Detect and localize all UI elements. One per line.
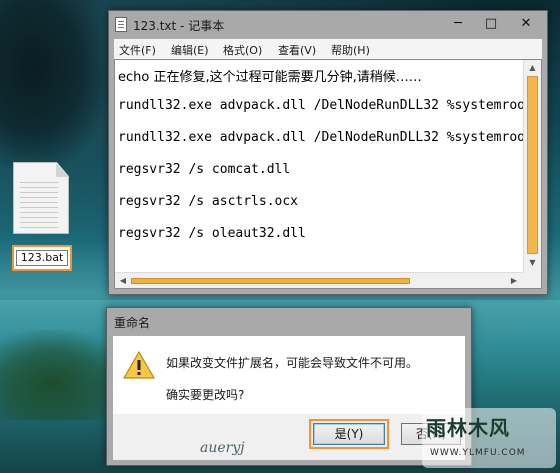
- watermark-url: WWW.YLMFU.COM: [430, 448, 526, 458]
- rename-dialog: 重命名 如果改变文件扩展名，可能会导致文件不可用。 确实要更改吗? 是(Y) 否…: [106, 307, 472, 466]
- maximize-button[interactable]: □: [479, 14, 503, 34]
- horizontal-scrollbar[interactable]: ◀ ▶: [115, 272, 523, 288]
- menu-bar: 文件(F) 编辑(E) 格式(O) 查看(V) 帮助(H): [114, 39, 542, 59]
- scroll-up-icon[interactable]: ▲: [527, 61, 538, 75]
- dialog-footer: 是(Y) 否(N): [113, 414, 465, 460]
- menu-view[interactable]: 查看(V): [278, 42, 316, 58]
- notepad-title-bar[interactable]: 123.txt - 记事本 ─ □ ✕: [109, 11, 547, 38]
- text-line: regsvr32 /s asctrls.ocx: [118, 194, 299, 209]
- minimize-button[interactable]: ─: [446, 14, 470, 34]
- page-fold: [56, 162, 69, 177]
- yes-button[interactable]: 是(Y): [313, 423, 385, 445]
- handwritten-signature: aueryj: [200, 440, 245, 456]
- watermark-logo: 雨林木风 WWW.YLMFU.COM: [422, 408, 556, 468]
- dialog-question: 确实要更改吗?: [166, 388, 245, 402]
- scroll-left-icon[interactable]: ◀: [117, 275, 129, 287]
- notepad-window: 123.txt - 记事本 ─ □ ✕ 文件(F) 编辑(E) 格式(O) 查看…: [108, 10, 548, 295]
- horizontal-scroll-thumb[interactable]: [131, 278, 410, 284]
- scrollbar-corner: [523, 272, 541, 288]
- text-line: regsvr32 /s comcat.dll: [118, 162, 291, 177]
- notepad-icon: [115, 17, 127, 32]
- dialog-body: 如果改变文件扩展名，可能会导致文件不可用。 确实要更改吗?: [113, 336, 465, 414]
- background-tree: [0, 0, 110, 170]
- warning-icon: [123, 350, 155, 379]
- file-name-rename-box[interactable]: 123.bat: [12, 245, 72, 271]
- vertical-scrollbar[interactable]: ▲ ▼: [523, 60, 541, 272]
- scroll-right-icon[interactable]: ▶: [508, 275, 520, 287]
- window-title: 123.txt - 记事本: [133, 19, 225, 33]
- text-line: echo 正在修复,这个过程可能需要几分钟,请稍候……: [118, 70, 422, 85]
- watermark-text: 雨林木风: [426, 416, 510, 440]
- desktop-file-icon[interactable]: 123.bat: [8, 160, 74, 275]
- close-button[interactable]: ✕: [511, 14, 541, 34]
- document-lines: [20, 182, 58, 228]
- text-editor-area[interactable]: echo 正在修复,这个过程可能需要几分钟,请稍候…… rundll32.exe…: [114, 59, 542, 289]
- menu-help[interactable]: 帮助(H): [331, 42, 370, 58]
- text-line: rundll32.exe advpack.dll /DelNodeRunDLL3…: [118, 98, 541, 113]
- menu-format[interactable]: 格式(O): [223, 42, 262, 58]
- menu-file[interactable]: 文件(F): [119, 42, 156, 58]
- vertical-scroll-thumb[interactable]: [527, 76, 538, 254]
- menu-edit[interactable]: 编辑(E): [171, 42, 209, 58]
- dialog-message: 如果改变文件扩展名，可能会导致文件不可用。: [166, 356, 419, 370]
- text-line: regsvr32 /s oleaut32.dll: [118, 226, 306, 241]
- dialog-title: 重命名: [114, 316, 151, 330]
- scroll-down-icon[interactable]: ▼: [527, 256, 538, 270]
- file-name-input[interactable]: 123.bat: [16, 250, 68, 266]
- text-line: rundll32.exe advpack.dll /DelNodeRunDLL3…: [118, 130, 541, 145]
